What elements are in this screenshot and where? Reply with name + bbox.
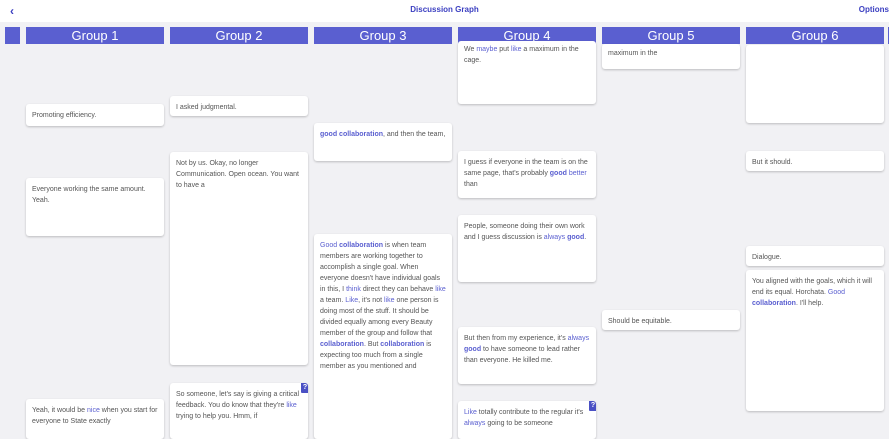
utterance-card[interactable] [746,45,884,123]
highlighted-keyword: Like [345,297,359,304]
utterance-text: I asked judgmental. [176,104,237,111]
help-badge-icon[interactable]: ? [301,383,308,393]
utterance-text: . [584,234,587,241]
highlighted-keyword: collaboration [380,341,425,348]
utterance-text: maximum in the [608,50,658,57]
column-header-group-5: Group 5 [602,27,740,44]
utterance-text: Everyone working the same amount. Yeah. [32,186,146,204]
highlighted-keyword: good [567,234,585,241]
utterance-card[interactable]: Everyone working the same amount. Yeah. [26,178,164,236]
highlighted-keyword: Like [464,409,477,416]
column-header-group-2: Group 2 [170,27,308,44]
utterance-card[interactable]: You aligned with the goals, which it wil… [746,270,884,411]
highlighted-keyword: maybe [476,46,498,53]
utterance-text: You aligned with the goals, which it wil… [752,278,872,296]
utterance-text: put [497,46,511,53]
highlighted-keyword: like [435,286,446,293]
utterance-card[interactable]: maximum in the [602,44,740,69]
column-header-stub-left [5,27,20,44]
utterance-card[interactable]: We maybe put like a maximum in the cage. [458,41,596,104]
utterance-text: Dialogue. [752,254,782,261]
help-badge-icon[interactable]: ? [589,401,596,411]
highlighted-keyword: always [567,335,590,342]
utterance-text: to have someone to lead rather than ever… [464,346,580,364]
column-header-group-6: Group 6 [746,27,884,44]
highlighted-keyword: good [464,346,482,353]
utterance-card[interactable]: Not by us. Okay, no longer Communication… [170,152,308,365]
utterance-card[interactable]: But then from my experience, it's always… [458,327,596,384]
highlighted-keyword: better [568,170,587,177]
utterance-text: We [464,46,477,53]
highlighted-keyword: good collaboration [320,131,383,138]
utterance-text: Promoting efficiency. [32,112,97,119]
utterance-text: , it's not [358,297,384,304]
highlighted-keyword: think [346,286,361,293]
utterance-card[interactable]: Dialogue. [746,246,884,266]
utterance-card[interactable]: Like totally contribute to the regular i… [458,401,596,439]
highlighted-keyword: collaboration [752,300,796,307]
utterance-text: totally contribute to the regular it's [476,409,584,416]
highlighted-keyword: Good [827,289,846,296]
column-header-group-1: Group 1 [26,27,164,44]
highlighted-keyword: like [510,46,522,53]
utterance-text: Should be equitable. [608,318,672,325]
utterance-card[interactable]: People, someone doing their own work and… [458,215,596,282]
utterance-text: Yeah, it would be [32,407,88,414]
highlighted-keyword: nice [87,407,100,414]
column-header-group-3: Group 3 [314,27,452,44]
utterance-text: direct they can behave [360,286,436,293]
utterance-text: But then from my experience, it's [464,335,568,342]
highlighted-keyword: Good [320,242,338,249]
highlighted-keyword: always [464,420,486,427]
highlighted-keyword: collaboration [339,242,384,249]
utterance-text: So someone, let's say is giving a critic… [176,391,300,409]
highlighted-keyword: always [543,234,566,241]
utterance-text: trying to help you. Hmm, if [176,413,258,420]
utterance-card[interactable]: Good collaboration is when team members … [314,234,452,439]
highlighted-keyword: like [384,297,395,304]
utterance-card[interactable]: Should be equitable. [602,310,740,330]
utterance-card[interactable]: good collaboration, and then the team, [314,123,452,161]
highlighted-keyword: collaboration [320,341,364,348]
utterance-text: But it should. [752,159,793,166]
utterance-text: . But [363,341,381,348]
utterance-card[interactable]: Promoting efficiency. [26,104,164,126]
utterance-text: . I'll help. [795,300,824,307]
utterance-card[interactable]: But it should. [746,151,884,171]
highlighted-keyword: like [286,402,297,409]
utterance-card[interactable]: I asked judgmental. [170,96,308,116]
utterance-text: , and then the team, [383,131,446,138]
highlighted-keyword: good [549,170,567,177]
page-title: Discussion Graph [410,5,479,14]
utterance-text: going to be someone [485,420,553,427]
top-bar: ‹ Discussion Graph Options [0,0,889,22]
utterance-card[interactable]: So someone, let's say is giving a critic… [170,383,308,439]
options-button[interactable]: Options [859,5,889,14]
utterance-card[interactable]: I guess if everyone in the team is on th… [458,151,596,198]
utterance-text: a team. [320,297,346,304]
utterance-card[interactable]: Yeah, it would be nice when you start fo… [26,399,164,439]
utterance-text: Not by us. Okay, no longer Communication… [176,160,299,189]
utterance-text: than [464,181,478,188]
